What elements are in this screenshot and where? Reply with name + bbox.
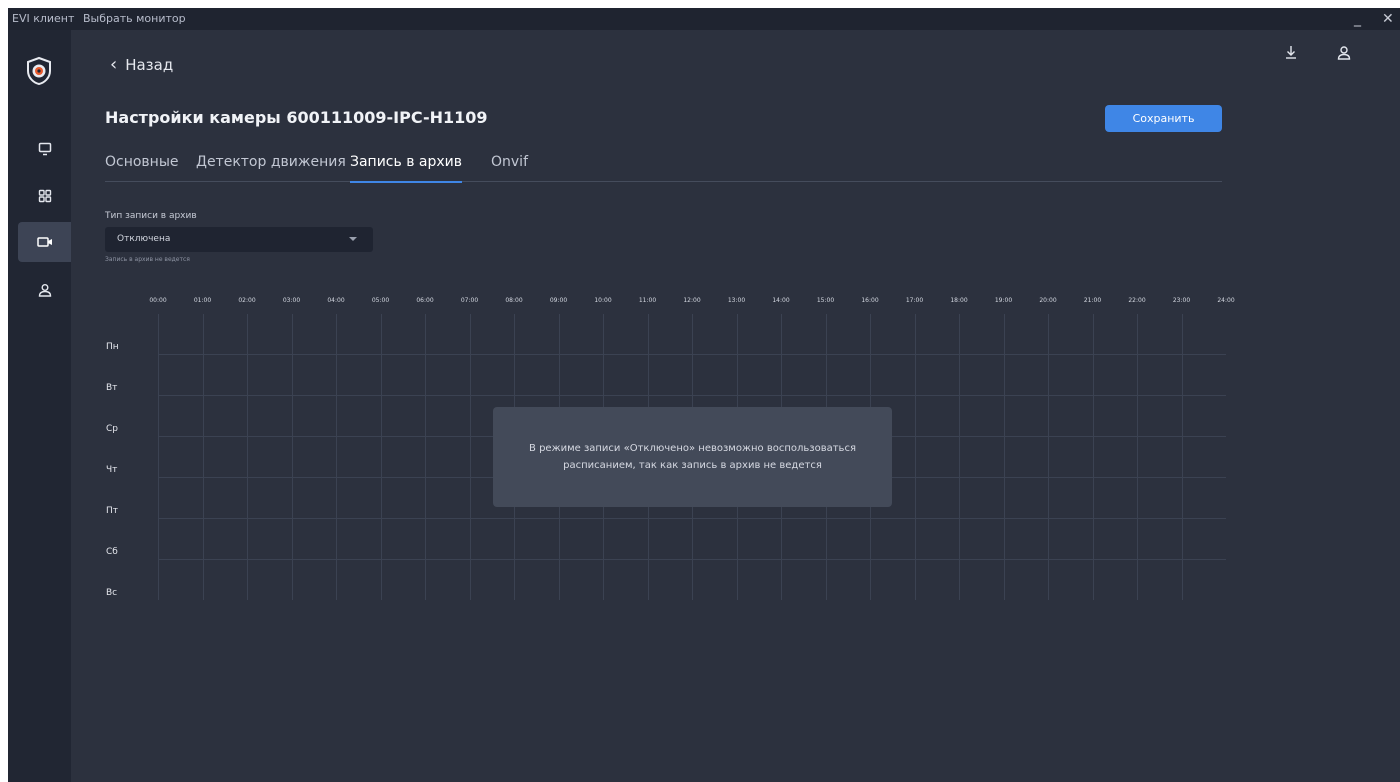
hour-label: 11:00: [638, 297, 657, 304]
hour-label: 08:00: [505, 297, 523, 304]
day-label: Вт: [106, 383, 118, 393]
hour-label: 21:00: [1083, 297, 1102, 304]
day-label: Пт: [106, 506, 119, 516]
hour-label: 15:00: [816, 297, 835, 304]
app-window: EVI клиент Выбрать монитор _ ✕ ‹ Назад Н…: [8, 8, 1400, 782]
hour-label: 05:00: [371, 297, 390, 304]
hour-label: 00:00: [149, 297, 167, 304]
hour-label: 13:00: [727, 297, 746, 304]
hour-label: 20:00: [1039, 297, 1057, 304]
hour-label: 24:00: [1217, 297, 1235, 304]
hour-label: 17:00: [905, 297, 924, 304]
hour-label: 22:00: [1128, 297, 1146, 304]
day-label: Сб: [106, 547, 118, 557]
hour-label: 01:00: [193, 297, 212, 304]
schedule-disabled-message: В режиме записи «Отключено» невозможно в…: [493, 407, 892, 507]
hour-label: 10:00: [594, 297, 612, 304]
hour-label: 19:00: [994, 297, 1013, 304]
hour-label: 07:00: [460, 297, 479, 304]
hour-label: 06:00: [416, 297, 434, 304]
day-label: Чт: [106, 465, 118, 475]
hour-label: 03:00: [282, 297, 301, 304]
hour-label: 23:00: [1172, 297, 1191, 304]
hour-label: 12:00: [683, 297, 701, 304]
hour-label: 09:00: [549, 297, 568, 304]
recording-schedule: 00:00 01:00 02:00 03:00 04:00 05:00 06:00 07:00…: [8, 8, 1400, 782]
hour-label: 02:00: [238, 297, 256, 304]
hour-label: 18:00: [950, 297, 968, 304]
hour-label: 16:00: [861, 297, 879, 304]
hour-label: 04:00: [327, 297, 345, 304]
day-label: Ср: [106, 424, 118, 434]
hour-label: 14:00: [772, 297, 790, 304]
day-label: Пн: [106, 342, 119, 352]
day-label: Вс: [106, 588, 118, 598]
